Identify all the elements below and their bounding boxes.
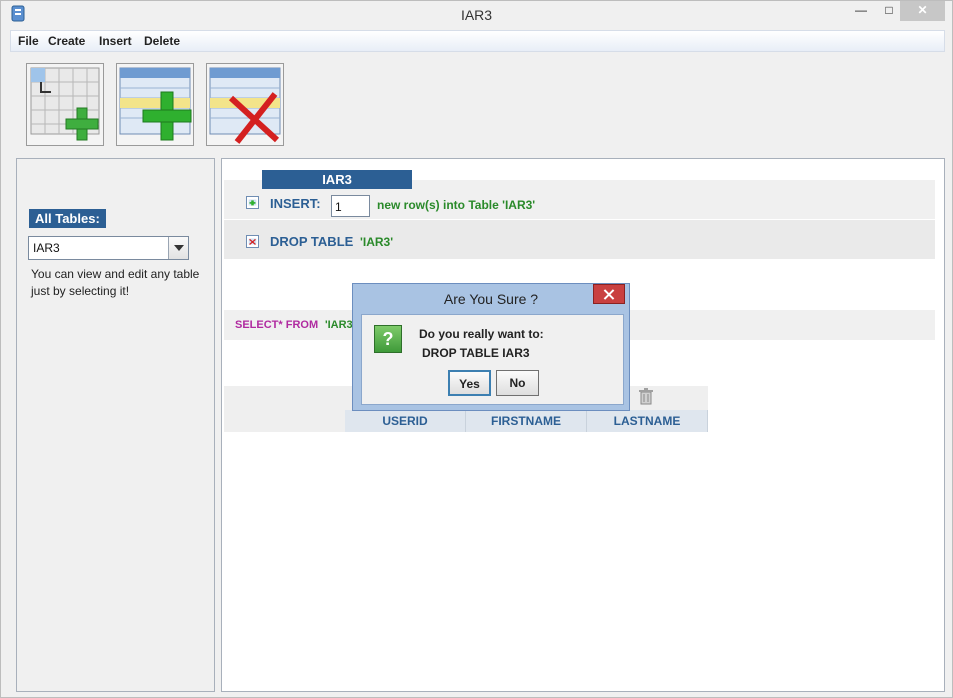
dialog-message-line1: Do you really want to: — [419, 327, 544, 341]
select-keyword: SELECT* FROM — [235, 319, 319, 331]
add-rows-icon — [119, 67, 192, 141]
confirm-dialog: Are You Sure ? ? Do you really want to: … — [352, 283, 630, 411]
menu-file[interactable]: File — [18, 34, 39, 48]
dialog-message-line2: DROP TABLE IAR3 — [422, 346, 530, 360]
all-tables-label: All Tables: — [29, 209, 106, 228]
trash-icon[interactable] — [638, 388, 654, 405]
maximize-button[interactable]: □ — [875, 1, 903, 21]
dialog-title: Are You Sure ? — [443, 291, 539, 307]
insert-icon — [246, 196, 259, 209]
table-select[interactable]: IAR3 — [28, 236, 189, 260]
minimize-button[interactable]: — — [847, 1, 875, 21]
menu-insert[interactable]: Insert — [99, 34, 132, 48]
select-table-name: 'IAR3 — [325, 319, 353, 331]
title-bar: IAR3 — □ ✕ — [1, 1, 952, 30]
toolbar — [10, 53, 945, 153]
drop-table-label[interactable]: DROP TABLE — [270, 234, 353, 249]
insert-label: INSERT: — [270, 196, 321, 211]
delete-table-button[interactable] — [206, 63, 284, 146]
menu-create[interactable]: Create — [48, 34, 85, 48]
sidebar-hint: You can view and edit any table just by … — [31, 267, 200, 298]
close-button[interactable]: ✕ — [900, 1, 945, 21]
column-header-lastname[interactable]: LASTNAME — [587, 410, 708, 432]
dialog-close-icon[interactable] — [593, 284, 625, 304]
no-button[interactable]: No — [496, 370, 539, 396]
drop-table-icon — [246, 235, 259, 248]
dialog-body: ? Do you really want to: DROP TABLE IAR3… — [361, 314, 624, 405]
tab-iar3[interactable]: IAR3 — [262, 170, 412, 189]
drop-row: DROP TABLE 'IAR3' — [224, 220, 935, 259]
drop-table-name: 'IAR3' — [360, 235, 394, 249]
sidebar: All Tables: IAR3 You can view and edit a… — [16, 158, 215, 692]
menu-bar: File Create Insert Delete — [10, 30, 945, 52]
new-table-icon — [30, 67, 100, 141]
question-icon: ? — [374, 325, 402, 353]
window-title: IAR3 — [460, 7, 493, 23]
main-panel: INSERT: 1 new row(s) into Table 'IAR3' D… — [221, 158, 945, 692]
add-rows-button[interactable] — [116, 63, 194, 146]
menu-delete[interactable]: Delete — [144, 34, 180, 48]
column-header-userid[interactable]: USERID — [345, 410, 466, 432]
new-table-button[interactable] — [26, 63, 104, 146]
column-header-firstname[interactable]: FIRSTNAME — [466, 410, 587, 432]
insert-suffix: new row(s) into Table 'IAR3' — [377, 198, 536, 212]
delete-table-icon — [209, 67, 281, 144]
table-select-value: IAR3 — [33, 241, 60, 255]
row-count-input[interactable]: 1 — [331, 195, 370, 217]
yes-button[interactable]: Yes — [448, 370, 491, 396]
chevron-down-icon[interactable] — [168, 237, 188, 259]
